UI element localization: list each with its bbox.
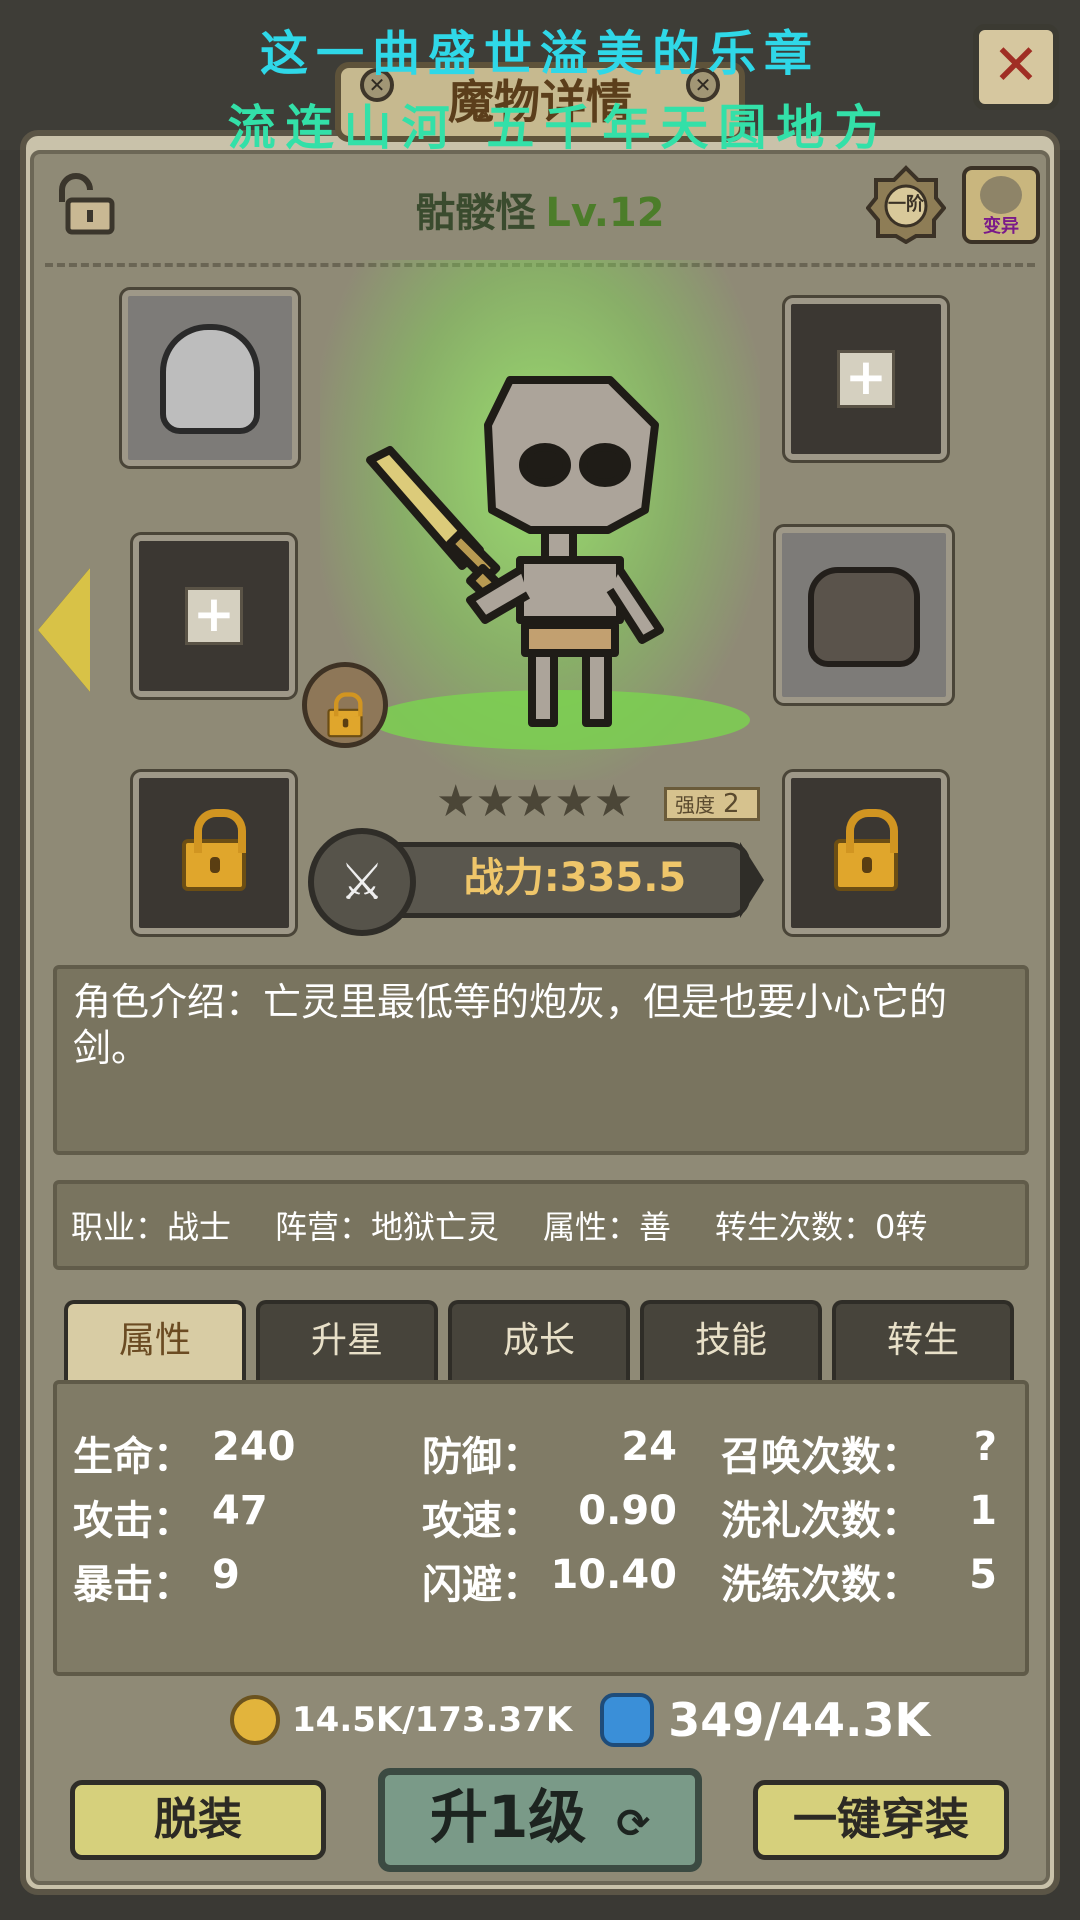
camp-info: 阵营：地狱亡灵 (275, 1208, 500, 1246)
strength-badge: 强度 2 (664, 787, 760, 821)
summon-value: ? (973, 1424, 997, 1470)
tier-label: 一阶 (888, 194, 924, 215)
stats-panel: 生命： 240 攻击： 47 暴击： 9 防御： 24 攻速： 0.90 闪避：… (53, 1380, 1029, 1676)
crit-value: 9 (212, 1552, 240, 1598)
hp-value: 240 (212, 1424, 296, 1470)
star-rating: ★★★★★ (436, 780, 633, 824)
power-bar-tip (740, 842, 764, 918)
level-up-label: 升1级 (429, 1783, 587, 1851)
gem-amount: 349/44.3K (668, 1693, 931, 1747)
tab-skills[interactable]: 技能 (640, 1300, 822, 1382)
crossed-swords-icon: ⚔ (308, 828, 416, 936)
overlay-text-line2: 流连山河 五千年天圆地方 (227, 100, 893, 156)
hp-label: 生命： (73, 1434, 193, 1480)
def-value: 24 (621, 1424, 677, 1470)
gold-coin-icon (230, 1695, 280, 1745)
spd-label: 攻速： (422, 1498, 542, 1544)
refine-value: 5 (969, 1552, 997, 1598)
resource-row: 14.5K/173.37K 349/44.3K (230, 1690, 930, 1750)
skill-lock-button[interactable] (302, 662, 388, 748)
dodge-label: 闪避： (422, 1562, 542, 1608)
attribute-info: 属性：善 (543, 1208, 672, 1246)
lock-icon (327, 692, 363, 738)
mutate-label: 变异 (983, 216, 1019, 237)
strength-label: 强度 (675, 793, 715, 817)
equip-all-button[interactable]: 一键穿装 (753, 1780, 1009, 1860)
tab-rebirth[interactable]: 转生 (832, 1300, 1014, 1382)
armor-icon (808, 567, 920, 667)
equip-slot-empty[interactable]: + (785, 298, 947, 460)
summon-label: 召唤次数： (721, 1434, 921, 1480)
strength-value: 2 (723, 789, 740, 819)
star-icons: ★★★★★ (436, 776, 634, 827)
crit-label: 暴击： (73, 1562, 193, 1608)
tab-attributes[interactable]: 属性 (64, 1300, 246, 1382)
helmet-icon (160, 324, 260, 434)
description-box: 角色介绍：亡灵里最低等的炮灰，但是也要小心它的剑。 (53, 965, 1029, 1155)
monster-level: Lv.12 (545, 190, 665, 236)
mutate-button[interactable]: 变异 (962, 166, 1040, 244)
equip-slot-locked[interactable] (133, 772, 295, 934)
atk-value: 47 (212, 1488, 268, 1534)
tab-star-up[interactable]: 升星 (256, 1300, 438, 1382)
unequip-button[interactable]: 脱装 (70, 1780, 326, 1860)
monster-name: 骷髅怪 (415, 190, 536, 236)
plus-icon: + (837, 350, 895, 408)
level-up-button[interactable]: 升1级 ⟳ (378, 1768, 702, 1872)
rebirth-info: 转生次数：0转 (715, 1208, 928, 1246)
skeleton-monster-sprite (360, 370, 690, 730)
prev-monster-arrow-icon[interactable] (38, 568, 90, 692)
plus-icon: + (185, 587, 243, 645)
blue-gem-icon (600, 1693, 655, 1747)
overlay-text-line1: 这一曲盛世溢美的乐章 (259, 26, 820, 82)
def-label: 防御： (422, 1434, 542, 1480)
baptism-value: 1 (969, 1488, 997, 1534)
equip-slot-armor[interactable] (776, 527, 952, 703)
gold-amount: 14.5K/173.37K (292, 1700, 573, 1740)
dodge-value: 10.40 (550, 1552, 677, 1598)
refresh-icon: ⟳ (616, 1801, 651, 1847)
refine-label: 洗练次数： (721, 1562, 921, 1608)
baptism-label: 洗礼次数： (721, 1498, 921, 1544)
equip-slot-helmet[interactable] (122, 290, 298, 466)
job-info: 职业：战士 (71, 1208, 232, 1246)
atk-label: 攻击： (73, 1498, 193, 1544)
tier-badge[interactable]: 一阶 (865, 164, 947, 245)
equip-slot-locked[interactable] (785, 772, 947, 934)
lock-icon (834, 809, 898, 891)
detail-tabs: 属性 升星 成长 技能 转生 (64, 1300, 1014, 1382)
combat-power: 战力:335.5 (463, 855, 687, 901)
spd-value: 0.90 (578, 1488, 677, 1534)
info-bar: 职业：战士 阵营：地狱亡灵 属性：善 转生次数：0转 (53, 1180, 1029, 1270)
skull-icon (980, 176, 1022, 214)
game-screen: { "overlay": { "line1": "这一曲盛世溢美的乐章", "l… (0, 0, 1080, 1920)
lock-icon (182, 809, 246, 891)
equip-slot-empty[interactable]: + (133, 535, 295, 697)
close-button[interactable]: ✕ (973, 24, 1059, 110)
tab-growth[interactable]: 成长 (448, 1300, 630, 1382)
